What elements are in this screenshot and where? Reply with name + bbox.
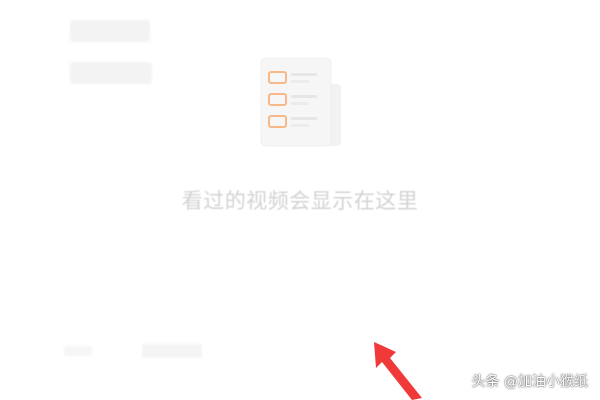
- watermark: 头条 @加油小猴纸: [471, 374, 588, 390]
- ghost-header: [70, 12, 160, 92]
- empty-state-message: 看过的视频会显示在这里: [181, 189, 419, 213]
- ghost-title-line: [70, 20, 150, 42]
- ghost-subtitle-line: [70, 62, 152, 84]
- red-arrow-icon: [360, 330, 440, 400]
- ghost-bottom-row: [64, 342, 204, 360]
- history-list-icon: [255, 56, 347, 148]
- ghost-bottom-value: [142, 344, 202, 358]
- ghost-bottom-label: [64, 346, 92, 356]
- watch-history-screen: 看过的视频会显示在这里 头条 @加油小猴纸: [0, 0, 600, 400]
